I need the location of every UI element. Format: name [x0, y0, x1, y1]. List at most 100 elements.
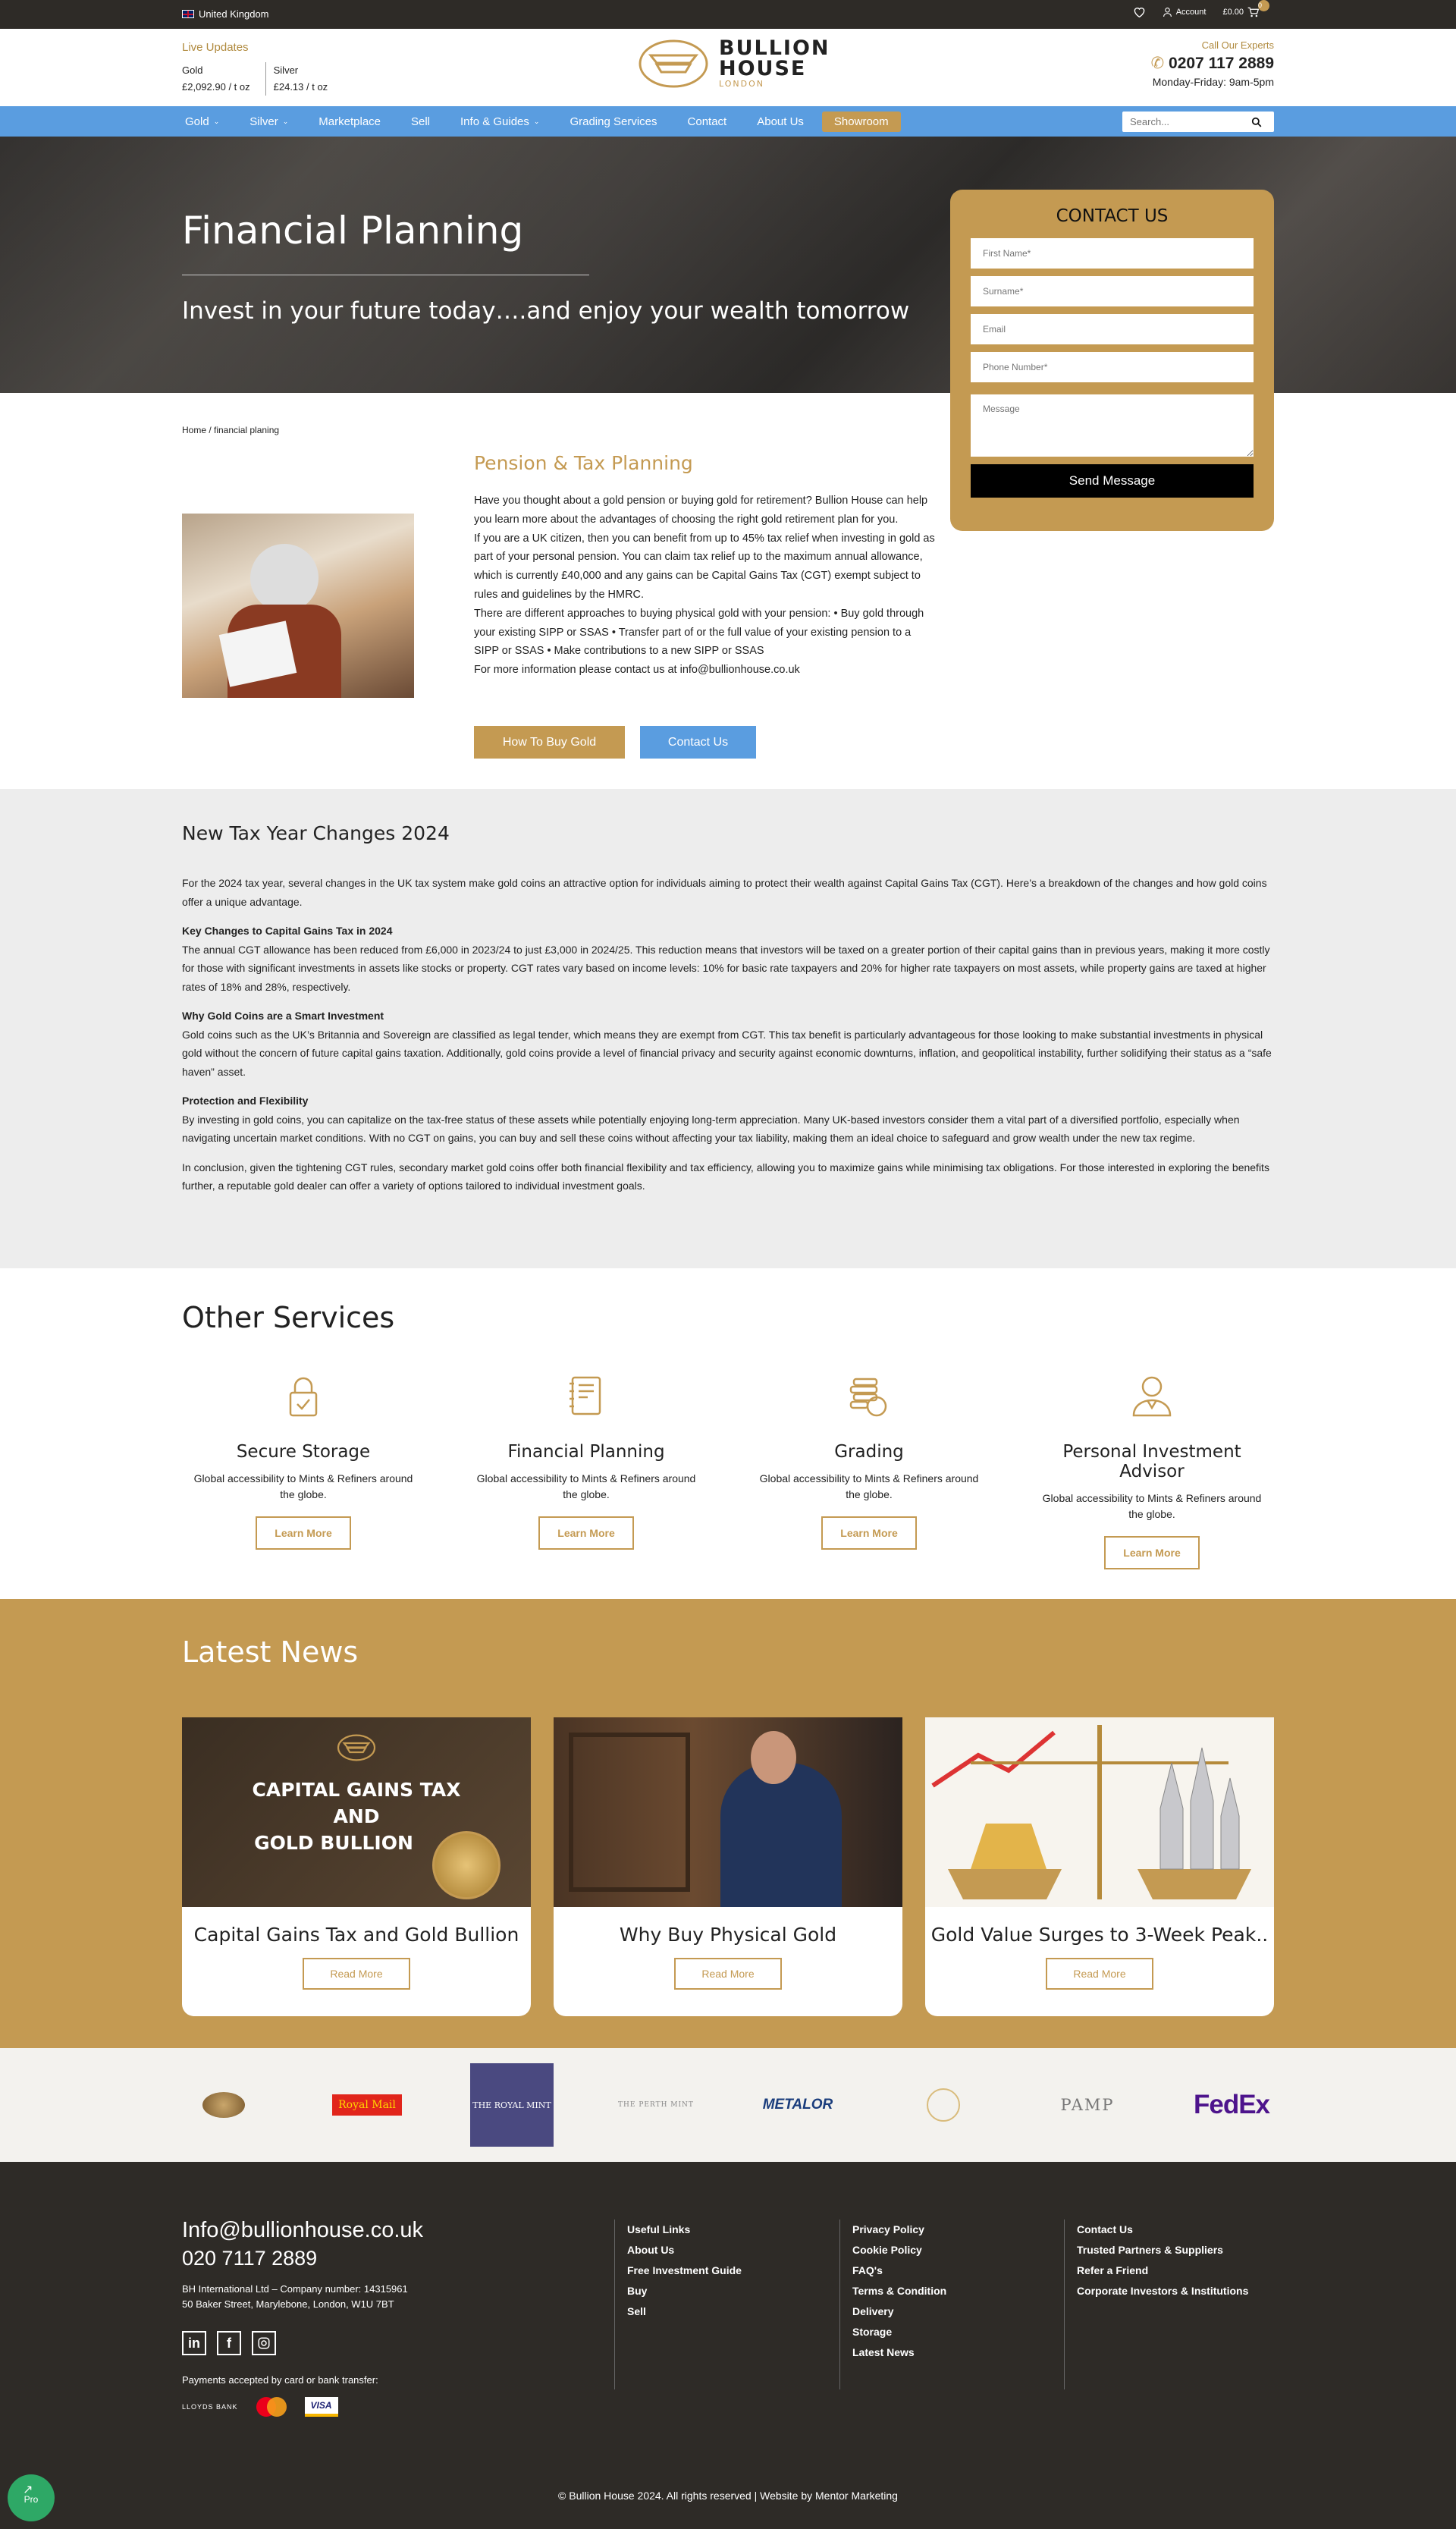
nav-contact[interactable]: Contact [688, 115, 727, 128]
shelf-shape [569, 1733, 690, 1892]
cart-total: £0.00 [1222, 7, 1244, 17]
site-logo[interactable]: BULLION HOUSE LONDON [637, 38, 830, 90]
country-selector[interactable]: United Kingdom [182, 8, 269, 20]
footer-link[interactable]: Contact Us [1077, 2220, 1248, 2240]
nav-marketplace[interactable]: Marketplace [318, 115, 381, 128]
header-phone[interactable]: ✆ 0207 117 2889 [1151, 54, 1274, 73]
service-description: Global accessibility to Mints & Refiners… [759, 1472, 979, 1500]
contact-form: CONTACT US Send Message [950, 190, 1274, 531]
learn-more-button[interactable]: Learn More [821, 1516, 917, 1550]
nav-about-us[interactable]: About Us [757, 115, 804, 128]
partner-gold-crest [899, 2048, 987, 2162]
footer-link[interactable]: Trusted Partners & Suppliers [1077, 2240, 1248, 2260]
footer-link[interactable]: Sell [627, 2301, 742, 2322]
scale-gold-rockets-illustration [931, 1725, 1251, 1899]
search-input[interactable] [1122, 116, 1251, 127]
pro-badge[interactable]: ↗ Pro [8, 2474, 55, 2521]
fedex-logo-text: FedEx [1193, 2090, 1270, 2119]
logo-emblem-icon [639, 39, 708, 88]
footer-link[interactable]: Delivery [852, 2301, 946, 2322]
account-link[interactable]: Account [1163, 7, 1206, 17]
news-card-title: Gold Value Surges to 3-Week Peak.. [930, 1924, 1269, 1946]
email-field[interactable] [971, 314, 1254, 344]
news-card[interactable]: Gold Value Surges to 3-Week Peak.. Read … [925, 1717, 1274, 2016]
nav-gold[interactable]: Gold ⌄ [185, 115, 219, 128]
footer-link[interactable]: Privacy Policy [852, 2220, 946, 2240]
how-to-buy-gold-button[interactable]: How To Buy Gold [474, 726, 625, 759]
facebook-icon[interactable]: f [217, 2331, 241, 2355]
footer-link[interactable]: Terms & Condition [852, 2281, 946, 2301]
search-icon[interactable] [1251, 117, 1262, 127]
news-card-title: Why Buy Physical Gold [619, 1924, 837, 1946]
service-card: Financial Planning Global accessibility … [472, 1373, 700, 1550]
first-name-field[interactable] [971, 238, 1254, 269]
company-number: BH International Ltd – Company number: 1… [182, 2283, 408, 2295]
chevron-down-icon: ⌄ [282, 117, 289, 125]
nav-silver[interactable]: Silver ⌄ [249, 115, 288, 128]
footer-phone[interactable]: 020 7117 2889 [182, 2247, 317, 2270]
header-phone-number: 0207 117 2889 [1169, 55, 1274, 72]
nav-grading-services[interactable]: Grading Services [570, 115, 657, 128]
nav-silver-label: Silver [249, 115, 278, 128]
logo-emblem-icon [337, 1734, 376, 1761]
country-label: United Kingdom [199, 8, 269, 20]
nav-info-label: Info & Guides [460, 115, 529, 128]
footer-link[interactable]: Free Investment Guide [627, 2260, 742, 2281]
news-card-title: Capital Gains Tax and Gold Bullion [193, 1924, 519, 1946]
learn-more-button[interactable]: Learn More [1104, 1536, 1200, 1569]
footer-link[interactable]: Latest News [852, 2342, 946, 2363]
chart-trend-icon: ↗ [23, 2483, 33, 2496]
metal-prices: Gold £2,092.90 / t oz Silver £24.13 / t … [182, 62, 343, 96]
learn-more-button[interactable]: Learn More [256, 1516, 351, 1550]
wishlist-heart-icon[interactable] [1133, 6, 1146, 17]
opening-hours: Monday-Friday: 9am-5pm [1152, 76, 1274, 88]
logo-text: BULLION HOUSE LONDON [719, 38, 830, 90]
phone-field[interactable] [971, 352, 1254, 382]
man-head-shape [751, 1731, 796, 1784]
breadcrumb[interactable]: Home / financial planing [182, 425, 279, 435]
footer-link[interactable]: Buy [627, 2281, 742, 2301]
perth-mint-logo: THE PERTH MINT [618, 2101, 694, 2109]
footer-link[interactable]: Cookie Policy [852, 2240, 946, 2260]
news-card[interactable]: CAPITAL GAINS TAX AND GOLD BULLION Capit… [182, 1717, 531, 2016]
read-more-button[interactable]: Read More [674, 1958, 782, 1990]
gold-price: £2,092.90 / t oz [182, 81, 250, 93]
nav-showroom-button[interactable]: Showroom [821, 111, 901, 132]
person-head-shape [250, 544, 318, 612]
cart-count-badge: 0 [1258, 0, 1269, 11]
nav-gold-label: Gold [185, 115, 209, 128]
contact-us-button[interactable]: Contact Us [640, 726, 756, 759]
partner-fedex: FedEx [1189, 2048, 1274, 2162]
send-message-button[interactable]: Send Message [971, 464, 1254, 498]
footer-links-column: Contact Us Trusted Partners & Suppliers … [1064, 2220, 1248, 2389]
latest-news-section: Latest News CAPITAL GAINS TAX AND GOLD B… [0, 1599, 1456, 2048]
instagram-icon[interactable] [252, 2331, 276, 2355]
footer-link[interactable]: Corporate Investors & Institutions [1077, 2281, 1248, 2301]
footer-link[interactable]: Storage [852, 2322, 946, 2342]
read-more-button[interactable]: Read More [1046, 1958, 1153, 1990]
footer-email[interactable]: Info@bullionhouse.co.uk [182, 2218, 423, 2243]
message-field[interactable] [971, 394, 1254, 457]
main-nav: Gold ⌄ Silver ⌄ Marketplace Sell Info & Gu… [0, 106, 1456, 137]
nav-info-guides[interactable]: Info & Guides ⌄ [460, 115, 539, 128]
cart-link[interactable]: £0.00 0 [1222, 0, 1274, 17]
pension-image [182, 514, 414, 698]
learn-more-button[interactable]: Learn More [538, 1516, 634, 1550]
news-card[interactable]: Why Buy Physical Gold Read More [554, 1717, 902, 2016]
read-more-button[interactable]: Read More [303, 1958, 410, 1990]
footer-link[interactable]: About Us [627, 2240, 742, 2260]
nav-sell[interactable]: Sell [411, 115, 430, 128]
visa-icon: VISA [304, 2397, 338, 2417]
news-card-image [925, 1717, 1274, 1907]
footer-link[interactable]: Refer a Friend [1077, 2260, 1248, 2281]
service-card: Secure Storage Global accessibility to M… [190, 1373, 417, 1550]
site-footer: Info@bullionhouse.co.uk 020 7117 2889 BH… [0, 2162, 1456, 2529]
footer-link[interactable]: FAQ's [852, 2260, 946, 2281]
call-experts-block: Call Our Experts ✆ 0207 117 2889 Monday-… [1151, 39, 1274, 88]
surname-field[interactable] [971, 276, 1254, 306]
chevron-down-icon: ⌄ [213, 117, 220, 125]
footer-links-column: Privacy Policy Cookie Policy FAQ's Terms… [839, 2220, 946, 2389]
coin-logo-icon [202, 2092, 245, 2118]
linkedin-icon[interactable]: in [182, 2331, 206, 2355]
service-description: Global accessibility to Mints & Refiners… [1042, 1492, 1262, 1520]
